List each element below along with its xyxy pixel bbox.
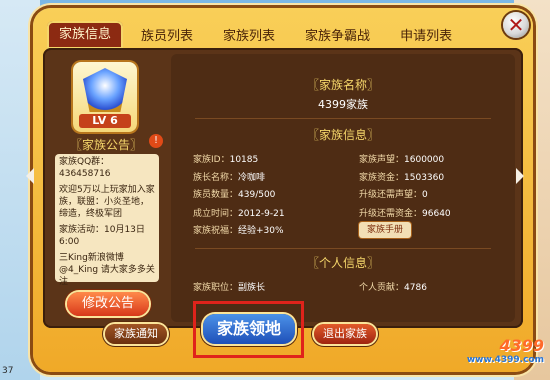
tab-family-war[interactable]: 家族争霸战 xyxy=(293,25,382,49)
exit-family-button[interactable]: 退出家族 xyxy=(314,324,376,344)
upgrade-prestige: 0 xyxy=(422,190,428,200)
created-row: 成立时间：2012-9-21 xyxy=(193,209,285,219)
close-button[interactable]: ✕ xyxy=(503,12,529,38)
members-row: 族员数量：439/500 xyxy=(193,190,276,200)
logo-name: 4399 xyxy=(499,336,544,355)
family-level: LV 6 xyxy=(79,114,131,128)
bless-row: 家族祝福：经验+30% xyxy=(193,226,284,236)
tab-family-list[interactable]: 家族列表 xyxy=(211,25,287,49)
family-info-title: 〖家族信息〗 xyxy=(306,128,379,142)
close-icon: ✕ xyxy=(507,13,525,37)
upgrade-funds: 96640 xyxy=(422,209,451,219)
upgrade-prestige-row: 升级还需声望：0 xyxy=(359,190,428,200)
arrow-left-icon[interactable] xyxy=(26,168,34,184)
family-name-title: 〖家族名称〗 xyxy=(306,78,379,92)
notice-weibo: 三King新浪微博 @4_King 请大家多多关注 xyxy=(59,253,155,287)
tab-application-list[interactable]: 申请列表 xyxy=(388,25,464,49)
family-prestige: 1600000 xyxy=(404,155,445,165)
notice-qq: 家族QQ群：436458716 xyxy=(59,157,111,179)
notice-title: 〖家族公告〗 xyxy=(69,138,142,152)
personal-info-title: 〖个人信息〗 xyxy=(306,256,379,270)
edit-notice-button[interactable]: 修改公告 xyxy=(67,292,149,316)
highlight-box xyxy=(193,301,304,358)
leader-row: 族长名称：冷咖啡 xyxy=(193,173,266,183)
family-blessing: 经验+30% xyxy=(238,226,284,236)
contrib-row: 个人贡献：4786 xyxy=(359,283,427,293)
right-panel: 〖家族名称〗 4399家族 〖家族信息〗 家族ID：10185 族长名称：冷咖啡… xyxy=(171,54,515,322)
role-row: 家族职位：副族长 xyxy=(193,283,266,293)
content-area: LV 6 〖家族公告〗 ! 家族QQ群：436458716 欢迎5万以上玩家加入… xyxy=(43,48,523,328)
notice-content: 家族QQ群：436458716 欢迎5万以上玩家加入家族，联盟：小炎圣地，缔造，… xyxy=(55,154,159,287)
leader-name: 冷咖啡 xyxy=(238,173,266,183)
created-date: 2012-9-21 xyxy=(238,209,285,219)
notice-intro: 欢迎5万以上玩家加入家族，联盟：小炎圣地，缔造，终极军团 xyxy=(59,185,155,219)
divider xyxy=(195,248,491,249)
left-panel: LV 6 〖家族公告〗 ! 家族QQ群：436458716 欢迎5万以上玩家加入… xyxy=(51,58,163,320)
funds-row: 家族资金：1503360 xyxy=(359,173,445,183)
tab-family-info[interactable]: 家族信息 xyxy=(47,21,124,49)
prestige-row: 家族声望：1600000 xyxy=(359,155,445,165)
corner-number: 37 xyxy=(2,366,14,376)
family-notify-button[interactable]: 家族通知 xyxy=(105,324,167,344)
crystal-shield-icon xyxy=(83,68,127,112)
personal-contribution: 4786 xyxy=(404,283,427,293)
upgrade-funds-row: 升级还需资金：96640 xyxy=(359,209,451,219)
tab-bar: 家族信息 族员列表 家族列表 家族争霸战 申请列表 xyxy=(47,21,464,49)
family-name: 4399家族 xyxy=(318,98,368,111)
divider xyxy=(195,118,491,119)
family-handbook-button[interactable]: 家族手册 xyxy=(359,222,411,238)
family-id-row: 家族ID：10185 xyxy=(193,155,259,165)
logo-site: www.4399.com xyxy=(466,355,544,365)
game-logo: 4399 www.4399.com xyxy=(456,336,544,368)
member-count: 439/500 xyxy=(238,190,276,200)
notice-activity: 家族活动：10月13日 6:00 xyxy=(59,225,145,247)
family-id: 10185 xyxy=(229,155,259,165)
family-funds: 1503360 xyxy=(404,173,445,183)
personal-role: 副族长 xyxy=(238,283,266,293)
family-badge: LV 6 xyxy=(73,62,137,132)
arrow-right-icon[interactable] xyxy=(516,168,524,184)
tab-member-list[interactable]: 族员列表 xyxy=(129,25,205,49)
notice-info-icon[interactable]: ! xyxy=(149,134,163,148)
